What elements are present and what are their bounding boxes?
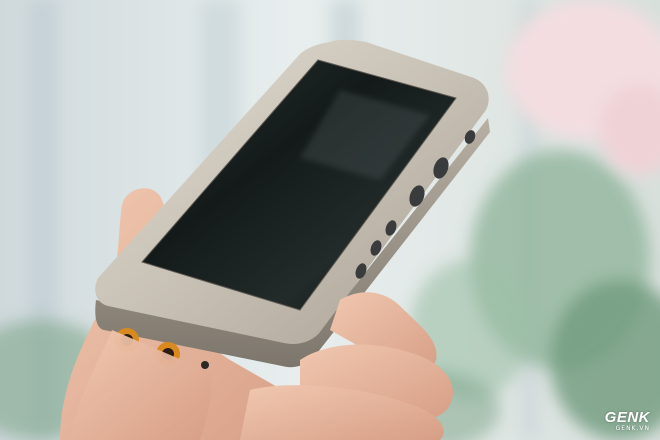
watermark-brand: GENK xyxy=(604,409,650,426)
watermark-site: GENK.VN xyxy=(615,425,650,432)
photo-scene xyxy=(0,0,660,440)
watermark: GENK GENK.VN xyxy=(605,410,650,432)
small-port xyxy=(201,361,209,369)
